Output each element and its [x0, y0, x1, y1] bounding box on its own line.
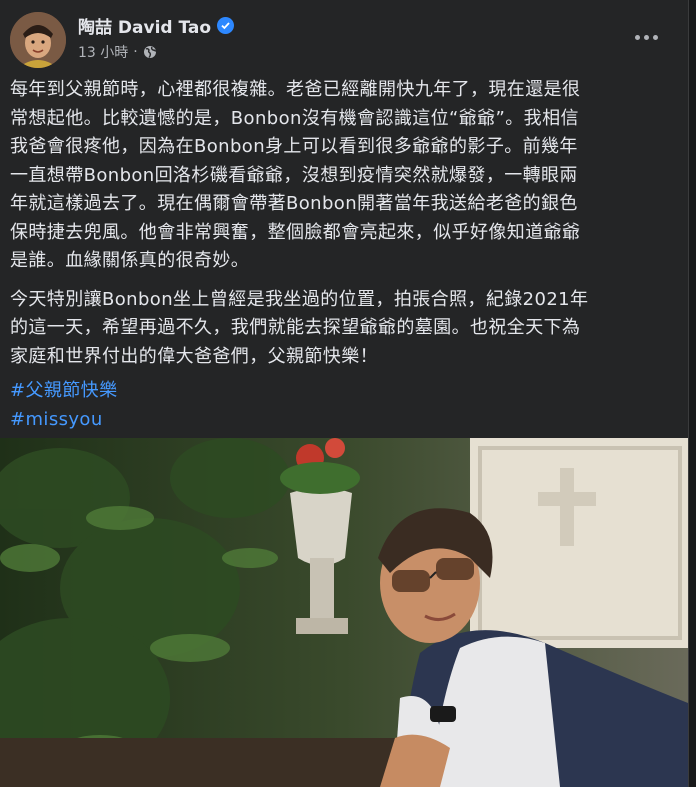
more-dot: [652, 34, 658, 40]
globe-public-icon[interactable]: [143, 45, 157, 59]
post-photo[interactable]: [0, 438, 688, 787]
more-dot: [643, 34, 649, 40]
post-paragraph-1: 每年到父親節時，心裡都很複雜。老爸已經離開快九年了，現在還是很 常想起他。比較遺…: [10, 79, 581, 271]
post-paragraph-2: 今天特別讓Bonbon坐上曾經是我坐過的位置，拍張合照，紀錄2021年 的這一天…: [10, 288, 589, 367]
post-timestamp[interactable]: 13 小時: [78, 42, 128, 62]
hashtag-list: #父親節快樂 #missyou: [10, 377, 672, 434]
more-dot: [634, 34, 640, 40]
author-name-row: 陶喆 David Tao: [78, 13, 235, 38]
post-card: 陶喆 David Tao 13 小時 · 每年到父親節時，心裡都很複雜。老爸已經…: [0, 0, 689, 787]
post-body: 每年到父親節時，心裡都很複雜。老爸已經離開快九年了，現在還是很 常想起他。比較遺…: [10, 76, 672, 434]
meta-separator: ·: [133, 44, 138, 60]
post-header: 陶喆 David Tao 13 小時 ·: [0, 0, 688, 74]
verified-badge-icon: [217, 17, 235, 34]
more-options-icon[interactable]: [626, 25, 666, 49]
post-meta: 13 小時 ·: [78, 42, 157, 62]
author-avatar[interactable]: [10, 12, 66, 68]
hashtag-link[interactable]: #missyou: [10, 406, 672, 435]
author-name[interactable]: 陶喆 David Tao: [78, 13, 211, 38]
hashtag-link[interactable]: #父親節快樂: [10, 377, 672, 406]
